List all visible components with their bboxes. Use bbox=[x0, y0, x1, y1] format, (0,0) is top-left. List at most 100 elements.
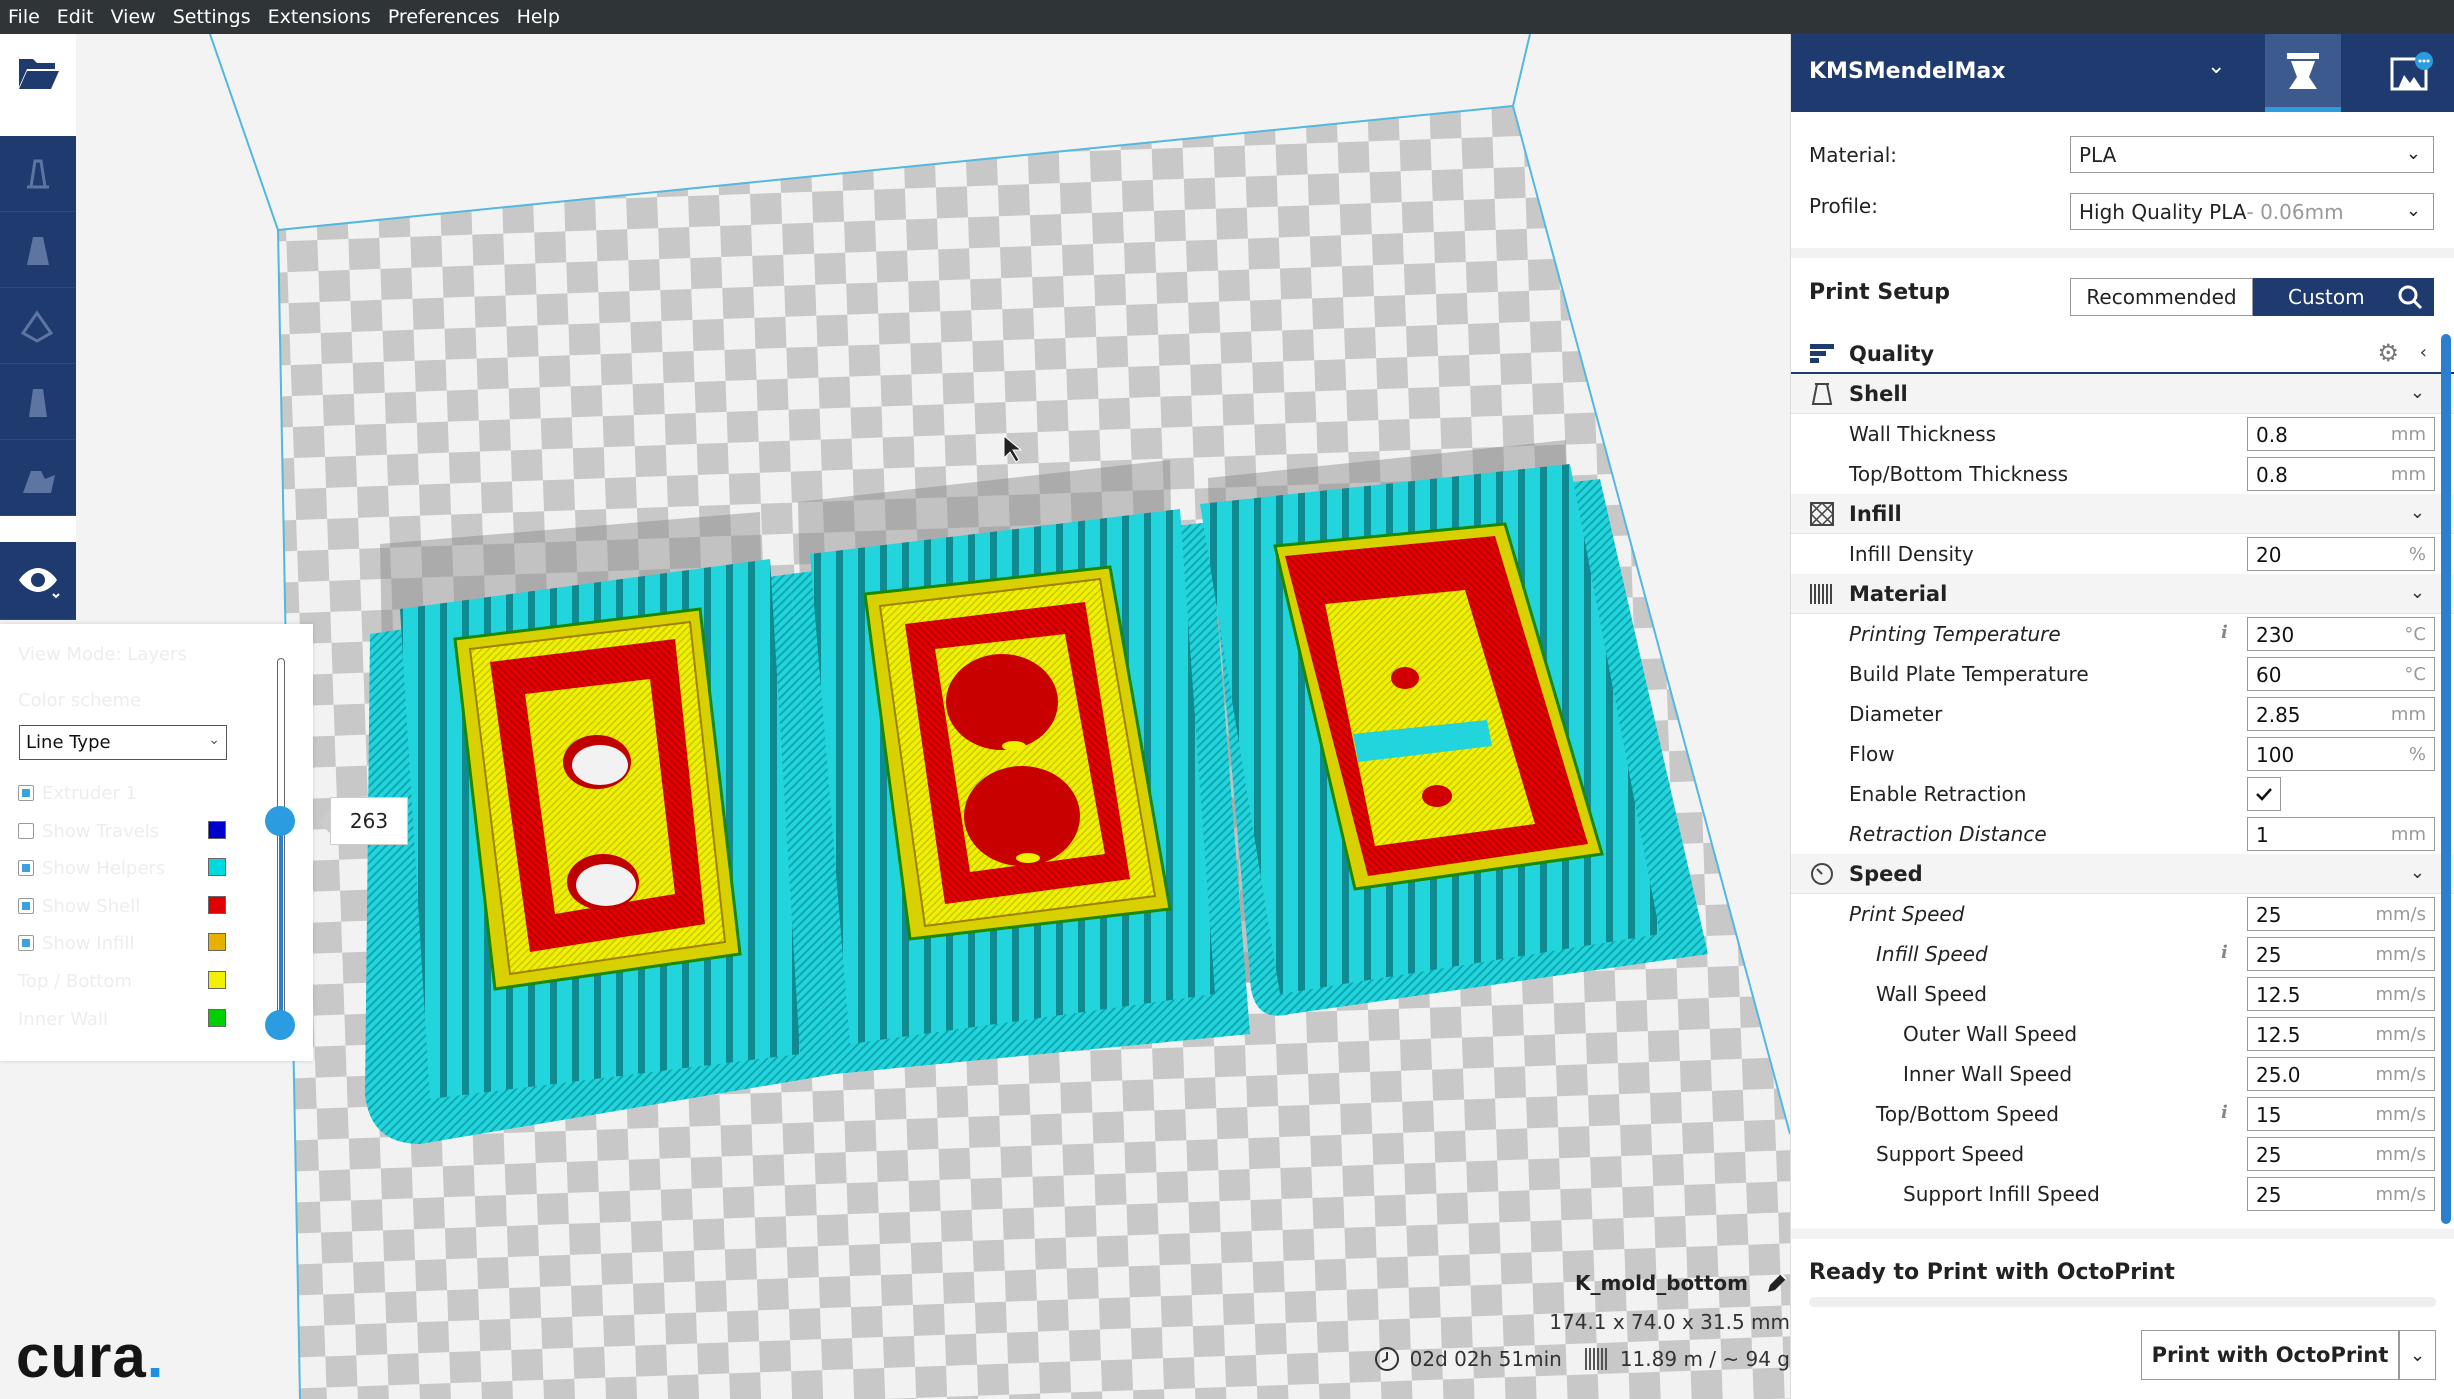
object-name-row: K_mold_bottom bbox=[1575, 1270, 1790, 1296]
profile-value: High Quality PLA bbox=[2079, 199, 2247, 224]
cura-logo: cura. bbox=[16, 1322, 164, 1391]
setting-input[interactable]: 60 °C bbox=[2247, 657, 2435, 691]
setting-input[interactable]: 25 mm/s bbox=[2247, 1137, 2435, 1171]
menu-file[interactable]: File bbox=[8, 6, 40, 28]
menu-view[interactable]: View bbox=[111, 6, 156, 28]
search-icon[interactable] bbox=[2396, 283, 2424, 311]
option-show-infill[interactable]: Show Infill bbox=[18, 933, 134, 954]
setting-input[interactable]: 12.5 mm/s bbox=[2247, 1017, 2435, 1051]
folder-open-icon bbox=[19, 59, 59, 89]
print-estimate-row: 02d 02h 51min 11.89 m / ~ 94 g bbox=[1374, 1346, 1790, 1372]
mirror-tool-button[interactable] bbox=[0, 364, 76, 440]
setting-unit: mm bbox=[2390, 424, 2426, 445]
settings-scrollbar[interactable] bbox=[2441, 334, 2451, 1224]
setting-unit: mm/s bbox=[2375, 1024, 2426, 1045]
color-scheme-value: Line Type bbox=[26, 732, 111, 753]
category-material[interactable]: Material ⌄ bbox=[1791, 574, 2454, 614]
checkbox[interactable] bbox=[18, 860, 34, 876]
setting-label: Diameter bbox=[1849, 702, 1943, 726]
setting-input[interactable]: 12.5 mm/s bbox=[2247, 977, 2435, 1011]
settings-sidebar: KMSMendelMax ⌄ Material: PLA ⌄ Profile: … bbox=[1790, 34, 2454, 1399]
setting-input[interactable]: 2.85 mm bbox=[2247, 697, 2435, 731]
setting-input[interactable]: 230 °C bbox=[2247, 617, 2435, 651]
checkbox[interactable] bbox=[18, 785, 34, 801]
layer-slider-upper-handle[interactable] bbox=[265, 806, 295, 836]
option-show-travels[interactable]: Show Travels bbox=[18, 821, 159, 842]
checkbox[interactable] bbox=[18, 898, 34, 914]
menu-preferences[interactable]: Preferences bbox=[388, 6, 500, 28]
divider bbox=[1791, 1229, 2454, 1239]
setting-input[interactable]: 20% bbox=[2247, 537, 2435, 571]
setting-input[interactable]: 0.8 mm bbox=[2247, 457, 2435, 491]
menu-help[interactable]: Help bbox=[517, 6, 560, 28]
category-speed[interactable]: Speed ⌄ bbox=[1791, 854, 2454, 894]
view-mode-button[interactable] bbox=[0, 542, 76, 620]
material-label: Material: bbox=[1809, 143, 1897, 167]
tab-prepare[interactable] bbox=[2265, 34, 2341, 112]
scale-icon bbox=[27, 236, 49, 265]
chevron-down-icon[interactable]: ⌄ bbox=[2207, 54, 2225, 79]
setting-input[interactable]: 25 mm/s bbox=[2247, 937, 2435, 971]
menu-settings[interactable]: Settings bbox=[173, 6, 251, 28]
checkbox[interactable] bbox=[18, 823, 34, 839]
print-setup-title: Print Setup bbox=[1809, 280, 1951, 305]
checkmark-icon bbox=[2256, 788, 2272, 801]
category-infill[interactable]: Infill ⌄ bbox=[1791, 494, 2454, 534]
setting-input[interactable]: 25 mm/s bbox=[2247, 1177, 2435, 1211]
per-model-settings-button[interactable] bbox=[0, 440, 76, 516]
custom-mode-label: Custom bbox=[2288, 285, 2365, 309]
checkbox[interactable] bbox=[18, 935, 34, 951]
top-bottom-color-swatch bbox=[208, 971, 226, 989]
layer-slider-lower-handle[interactable] bbox=[265, 1010, 295, 1040]
inner-wall-label: Inner Wall bbox=[18, 1009, 108, 1030]
setting-input[interactable]: 100% bbox=[2247, 737, 2435, 771]
setting-unit: mm/s bbox=[2375, 984, 2426, 1005]
info-icon[interactable]: i bbox=[2221, 942, 2228, 963]
setting-input[interactable]: 1 mm bbox=[2247, 817, 2435, 851]
rotate-icon bbox=[20, 309, 54, 343]
current-layer-input[interactable]: 263 bbox=[318, 797, 408, 845]
setting-build-plate-temperature: Build Plate Temperature 60 °C bbox=[1791, 654, 2454, 694]
scale-tool-button[interactable] bbox=[0, 212, 76, 288]
menu-extensions[interactable]: Extensions bbox=[268, 6, 371, 28]
retraction-checkbox[interactable] bbox=[2247, 777, 2281, 811]
material-select[interactable]: PLA ⌄ bbox=[2070, 136, 2434, 173]
layer-view-panel: View Mode: Layers Color scheme Line Type… bbox=[0, 624, 313, 1061]
chevron-down-icon: ⌄ bbox=[2409, 1344, 2426, 1366]
shell-color-swatch bbox=[208, 896, 226, 914]
setting-input[interactable]: 25 mm/s bbox=[2247, 897, 2435, 931]
gear-icon[interactable]: ⚙ bbox=[2377, 339, 2399, 367]
option-show-shell[interactable]: Show Shell bbox=[18, 896, 140, 917]
profile-select[interactable]: High Quality PLA - 0.06mm ⌄ bbox=[2070, 193, 2434, 230]
print-button[interactable]: Print with OctoPrint bbox=[2141, 1330, 2399, 1380]
menu-edit[interactable]: Edit bbox=[57, 6, 94, 28]
setting-input[interactable]: 25.0 mm/s bbox=[2247, 1057, 2435, 1091]
monitor-icon bbox=[2390, 52, 2433, 91]
tab-monitor[interactable] bbox=[2367, 34, 2454, 112]
color-scheme-select[interactable]: Line Type ⌄ bbox=[19, 725, 227, 760]
category-quality[interactable]: Quality ⚙ ‹ bbox=[1791, 334, 2454, 374]
translate-tool-button[interactable] bbox=[0, 136, 76, 212]
setting-input[interactable]: 15 mm/s bbox=[2247, 1097, 2435, 1131]
chevron-left-icon[interactable]: ‹ bbox=[2420, 342, 2427, 363]
category-shell[interactable]: Shell ⌄ bbox=[1791, 374, 2454, 414]
info-icon[interactable]: i bbox=[2221, 622, 2228, 643]
setting-label: Infill Density bbox=[1849, 542, 1974, 566]
helpers-color-swatch bbox=[208, 858, 226, 876]
setting-label: Support Infill Speed bbox=[1903, 1182, 2100, 1206]
setting-top-bottom-speed: Top/Bottom Speed i 15 mm/s bbox=[1791, 1094, 2454, 1134]
rotate-tool-button[interactable] bbox=[0, 288, 76, 364]
layer-slider-range bbox=[279, 820, 283, 1020]
setting-input[interactable]: 0.8 mm bbox=[2247, 417, 2435, 451]
info-icon[interactable]: i bbox=[2221, 1102, 2228, 1123]
open-file-button[interactable] bbox=[0, 34, 76, 110]
recommended-mode-button[interactable]: Recommended bbox=[2070, 278, 2253, 316]
option-extruder-1[interactable]: Extruder 1 bbox=[18, 783, 137, 804]
pencil-icon[interactable] bbox=[1764, 1270, 1790, 1296]
option-show-helpers[interactable]: Show Helpers bbox=[18, 858, 165, 879]
custom-mode-button[interactable]: Custom bbox=[2253, 278, 2434, 316]
setting-value: 25.0 bbox=[2256, 1063, 2301, 1087]
setting-unit: mm bbox=[2390, 704, 2426, 725]
print-options-button[interactable]: ⌄ bbox=[2399, 1330, 2436, 1380]
printer-name[interactable]: KMSMendelMax bbox=[1809, 59, 2005, 84]
